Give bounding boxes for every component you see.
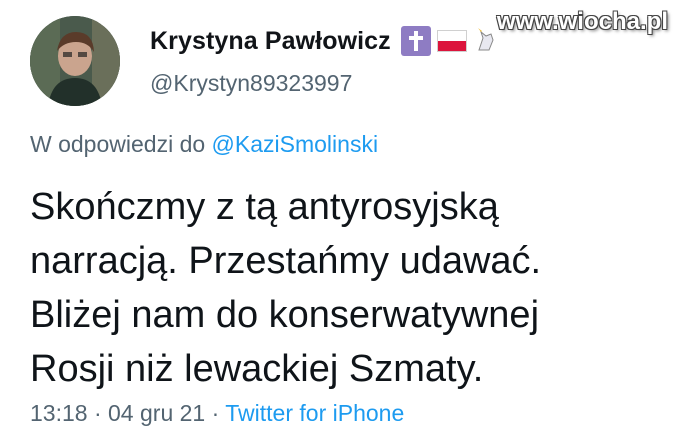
reply-mention-link[interactable]: @KaziSmolinski	[212, 131, 379, 157]
reply-context: W odpowiedzi do @KaziSmolinski	[30, 131, 378, 158]
tweet-metadata: 13:18 · 04 gru 21 · Twitter for iPhone	[30, 400, 404, 427]
reply-prefix: W odpowiedzi do	[30, 131, 206, 157]
author-display-name[interactable]: Krystyna Pawłowicz	[150, 27, 391, 56]
tweet-line: Bliżej nam do konserwatywnej	[30, 294, 540, 336]
unicorn-icon	[473, 28, 499, 54]
tweet-line: Rosji niż lewackiej Szmaty.	[30, 348, 484, 390]
tweet-line: narracją. Przestańmy udawać.	[30, 240, 542, 282]
tweet-date[interactable]: 04 gru 21	[108, 400, 205, 426]
author-handle[interactable]: @Krystyn89323997	[150, 70, 352, 97]
name-badges	[400, 26, 499, 56]
profile-photo	[30, 16, 120, 106]
watermark: www.wiocha.pl	[496, 8, 668, 35]
meta-separator: ·	[211, 400, 220, 426]
tweet-text: Skończmy z tą antyrosyjską narracją. Prz…	[30, 180, 660, 396]
tweet-time[interactable]: 13:18	[30, 400, 88, 426]
meta-separator: ·	[93, 400, 102, 426]
tweet-source-link[interactable]: Twitter for iPhone	[225, 400, 404, 426]
author-name-row: Krystyna Pawłowicz	[150, 26, 499, 56]
latin-cross-icon	[400, 26, 431, 56]
avatar[interactable]	[30, 16, 120, 106]
poland-flag-icon	[436, 30, 467, 52]
tweet-line: Skończmy z tą antyrosyjską	[30, 186, 499, 228]
